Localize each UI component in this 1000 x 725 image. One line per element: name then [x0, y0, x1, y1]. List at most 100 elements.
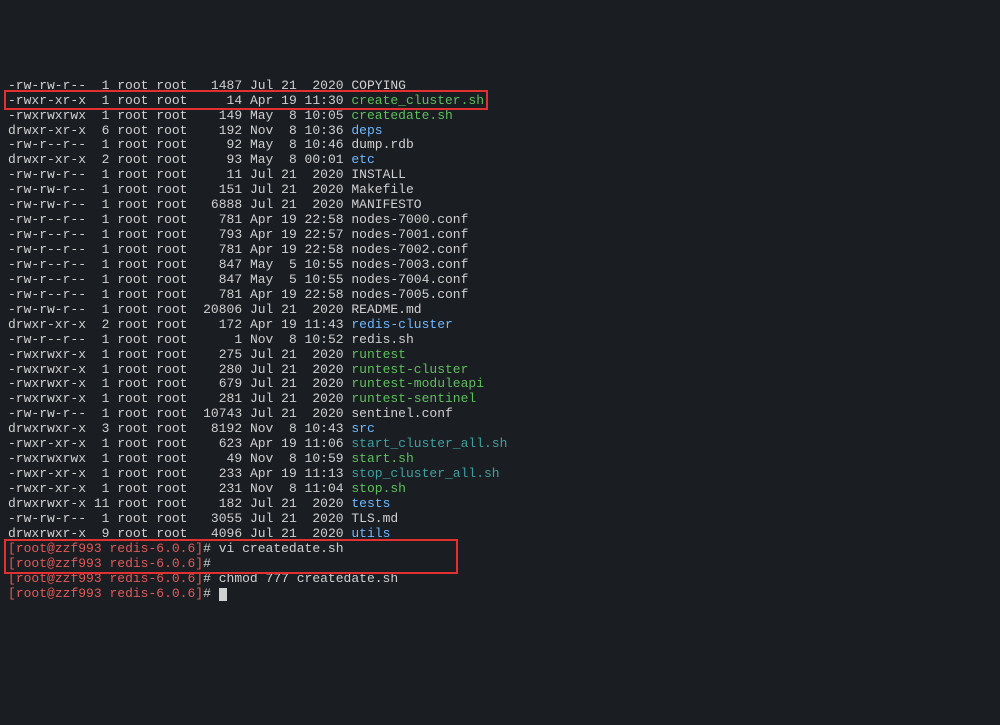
permissions: -rw-rw-r--	[8, 182, 86, 197]
group: root	[156, 436, 187, 451]
file-name: nodes-7001.conf	[351, 227, 468, 242]
prompt-user: root	[16, 556, 47, 571]
date: Jul 21 2020	[250, 78, 344, 93]
group: root	[156, 287, 187, 302]
date: Jul 21 2020	[250, 347, 344, 362]
date: Nov 8 10:43	[250, 421, 344, 436]
file-row: -rwxr-xr-x 1 root root 233 Apr 19 11:13 …	[8, 467, 992, 482]
file-name: INSTALL	[351, 167, 406, 182]
command-text[interactable]: vi createdate.sh	[219, 541, 344, 556]
owner: root	[117, 137, 148, 152]
file-row: -rwxr-xr-x 1 root root 623 Apr 19 11:06 …	[8, 437, 992, 452]
group: root	[156, 108, 187, 123]
link-count: 1	[94, 272, 110, 287]
link-count: 1	[94, 242, 110, 257]
group: root	[156, 317, 187, 332]
file-row: -rw-rw-r-- 1 root root 20806 Jul 21 2020…	[8, 303, 992, 318]
file-name: Makefile	[351, 182, 413, 197]
prompt-line[interactable]: [root@zzf993 redis-6.0.6]#	[8, 587, 992, 602]
file-row: -rw-rw-r-- 1 root root 3055 Jul 21 2020 …	[8, 512, 992, 527]
prompt-line[interactable]: [root@zzf993 redis-6.0.6]#	[8, 557, 992, 572]
permissions: -rwxrwxrwx	[8, 108, 86, 123]
owner: root	[117, 347, 148, 362]
owner: root	[117, 152, 148, 167]
date: Jul 21 2020	[250, 391, 344, 406]
prompt-bracket-open: [	[8, 586, 16, 601]
group: root	[156, 123, 187, 138]
size: 231	[195, 481, 242, 496]
permissions: -rwxr-xr-x	[8, 481, 86, 496]
link-count: 1	[94, 511, 110, 526]
prompt-line[interactable]: [root@zzf993 redis-6.0.6]# chmod 777 cre…	[8, 572, 992, 587]
group: root	[156, 451, 187, 466]
prompt-user: root	[16, 586, 47, 601]
file-name: nodes-7004.conf	[351, 272, 468, 287]
date: Nov 8 10:59	[250, 451, 344, 466]
owner: root	[117, 406, 148, 421]
owner: root	[117, 466, 148, 481]
prompt-host: zzf993	[55, 571, 102, 586]
prompt-user: root	[16, 571, 47, 586]
date: May 5 10:55	[250, 272, 344, 287]
file-row: drwxrwxr-x 3 root root 8192 Nov 8 10:43 …	[8, 422, 992, 437]
file-name: start.sh	[351, 451, 413, 466]
link-count: 1	[94, 481, 110, 496]
file-row: -rw-rw-r-- 1 root root 6888 Jul 21 2020 …	[8, 198, 992, 213]
prompt-at: @	[47, 586, 55, 601]
group: root	[156, 406, 187, 421]
permissions: drwxrwxr-x	[8, 496, 86, 511]
link-count: 1	[94, 436, 110, 451]
file-row: drwxr-xr-x 2 root root 93 May 8 00:01 et…	[8, 153, 992, 168]
group: root	[156, 242, 187, 257]
file-name: sentinel.conf	[351, 406, 452, 421]
owner: root	[117, 511, 148, 526]
date: Jul 21 2020	[250, 376, 344, 391]
date: Apr 19 22:58	[250, 212, 344, 227]
group: root	[156, 421, 187, 436]
date: Jul 21 2020	[250, 302, 344, 317]
owner: root	[117, 272, 148, 287]
link-count: 1	[94, 332, 110, 347]
file-name: redis.sh	[351, 332, 413, 347]
owner: root	[117, 257, 148, 272]
file-row: -rw-rw-r-- 1 root root 10743 Jul 21 2020…	[8, 407, 992, 422]
file-row: drwxrwxr-x 9 root root 4096 Jul 21 2020 …	[8, 527, 992, 542]
command-text[interactable]: chmod 777 createdate.sh	[219, 571, 398, 586]
size: 623	[195, 436, 242, 451]
permissions: -rwxr-xr-x	[8, 466, 86, 481]
group: root	[156, 466, 187, 481]
owner: root	[117, 436, 148, 451]
date: May 8 10:05	[250, 108, 344, 123]
size: 1487	[195, 78, 242, 93]
group: root	[156, 272, 187, 287]
owner: root	[117, 242, 148, 257]
file-name: MANIFESTO	[351, 197, 421, 212]
terminal-output[interactable]: -rw-rw-r-- 1 root root 1487 Jul 21 2020 …	[0, 75, 1000, 606]
link-count: 1	[94, 182, 110, 197]
owner: root	[117, 123, 148, 138]
owner: root	[117, 317, 148, 332]
owner: root	[117, 287, 148, 302]
link-count: 1	[94, 302, 110, 317]
date: Apr 19 11:06	[250, 436, 344, 451]
prompt-line[interactable]: [root@zzf993 redis-6.0.6]# vi createdate…	[8, 542, 992, 557]
file-row: -rw-rw-r-- 1 root root 151 Jul 21 2020 M…	[8, 183, 992, 198]
permissions: drwxr-xr-x	[8, 123, 86, 138]
group: root	[156, 391, 187, 406]
owner: root	[117, 391, 148, 406]
size: 93	[195, 152, 242, 167]
file-name: src	[351, 421, 374, 436]
link-count: 9	[94, 526, 110, 541]
group: root	[156, 511, 187, 526]
group: root	[156, 302, 187, 317]
permissions: -rwxrwxrwx	[8, 451, 86, 466]
size: 847	[195, 257, 242, 272]
file-row: -rwxrwxr-x 1 root root 280 Jul 21 2020 r…	[8, 363, 992, 378]
file-name: utils	[351, 526, 390, 541]
date: Jul 21 2020	[250, 167, 344, 182]
link-count: 1	[94, 362, 110, 377]
owner: root	[117, 227, 148, 242]
file-row: -rwxr-xr-x 1 root root 14 Apr 19 11:30 c…	[8, 94, 992, 109]
permissions: -rw-rw-r--	[8, 197, 86, 212]
file-name: nodes-7002.conf	[351, 242, 468, 257]
